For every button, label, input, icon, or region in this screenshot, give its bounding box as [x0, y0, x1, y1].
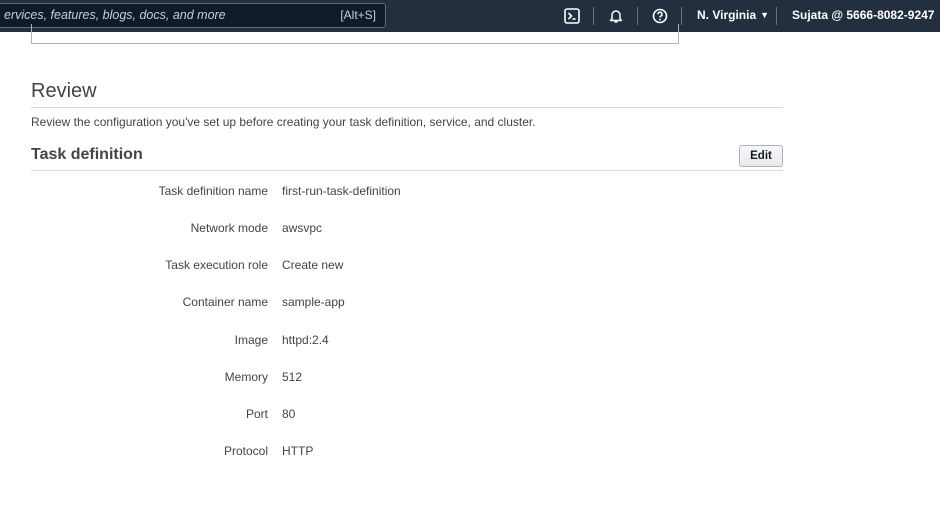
field-row: Protocol HTTP	[0, 444, 940, 460]
field-value: first-run-task-definition	[282, 184, 401, 198]
field-row: Memory 512	[0, 370, 940, 386]
field-value: HTTP	[282, 444, 314, 458]
field-value: httpd:2.4	[282, 333, 329, 347]
field-row: Network mode awsvpc	[0, 221, 940, 237]
field-row: Container name sample-app	[0, 295, 940, 311]
bell-icon[interactable]	[606, 6, 626, 26]
field-row: Port 80	[0, 407, 940, 423]
section-title-task-definition: Task definition	[31, 146, 143, 163]
field-row: Task definition name first-run-task-defi…	[0, 184, 940, 200]
caret-down-icon: ▼	[760, 10, 770, 20]
previous-section-panel	[31, 24, 679, 44]
field-label: Port	[245, 407, 268, 421]
field-label: Memory	[224, 370, 268, 384]
region-selector[interactable]: N. Virginia ▼	[697, 0, 769, 32]
field-label: Protocol	[223, 444, 268, 458]
field-label: Network mode	[190, 221, 268, 235]
page-title: Review	[31, 80, 97, 102]
review-description: Review the configuration you've set up b…	[31, 115, 536, 129]
terminal-icon[interactable]	[562, 6, 582, 26]
field-value: 80	[282, 407, 296, 421]
account-menu[interactable]: Sujata @ 5666-8082-9247▼	[792, 0, 940, 32]
edit-button[interactable]: Edit	[739, 145, 783, 167]
nav-divider	[637, 7, 638, 25]
region-label: N. Virginia	[697, 8, 757, 22]
nav-divider	[593, 7, 594, 25]
divider	[31, 170, 783, 171]
nav-divider	[681, 7, 682, 25]
field-label: Task execution role	[165, 258, 268, 272]
field-value: awsvpc	[282, 221, 323, 235]
field-label: Image	[234, 333, 268, 347]
divider	[31, 107, 783, 108]
field-row: Task execution role Create new	[0, 258, 940, 274]
help-circle-icon[interactable]	[650, 6, 670, 26]
field-label: Task definition name	[158, 184, 268, 198]
nav-divider	[776, 7, 777, 25]
field-value: Create new	[282, 258, 344, 272]
field-row: Image httpd:2.4	[0, 333, 940, 349]
account-label: Sujata @ 5666-8082-9247	[792, 8, 935, 22]
field-label: Container name	[182, 295, 268, 309]
field-value: sample-app	[282, 295, 345, 309]
field-value: 512	[282, 370, 303, 384]
